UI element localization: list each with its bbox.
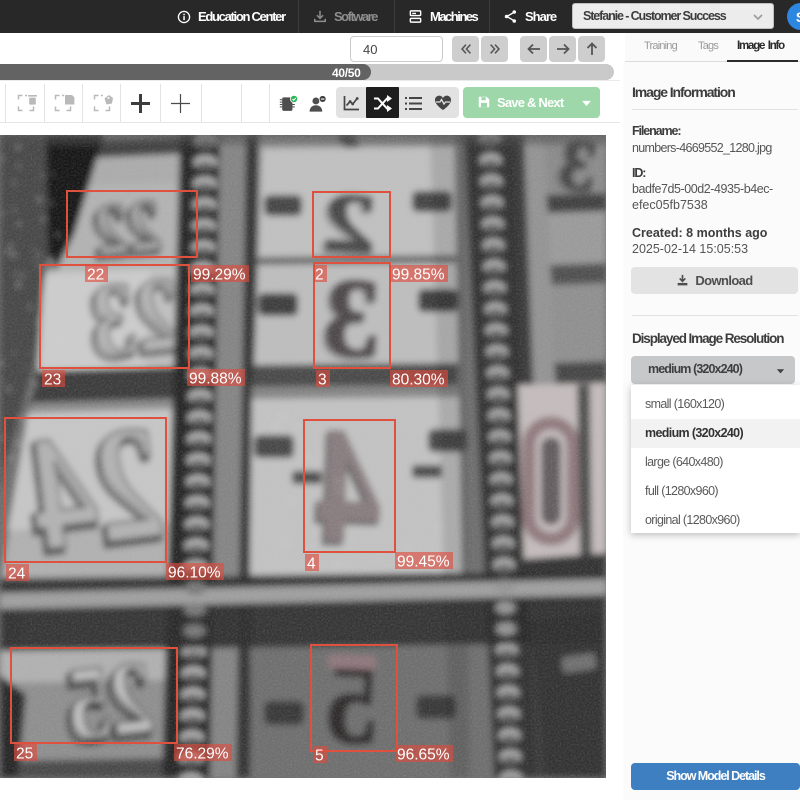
svg-text:96.65%: 96.65% (397, 747, 450, 764)
svg-text:99.88%: 99.88% (189, 371, 242, 388)
svg-text:99.45%: 99.45% (397, 554, 450, 571)
svg-text:96.10%: 96.10% (168, 565, 221, 582)
svg-text:99.29%: 99.29% (193, 267, 246, 284)
svg-text:3: 3 (318, 372, 327, 389)
svg-text:2: 2 (315, 267, 324, 284)
svg-text:24: 24 (8, 566, 26, 583)
svg-text:99.85%: 99.85% (392, 267, 445, 284)
svg-text:76.29%: 76.29% (176, 746, 229, 763)
svg-text:4: 4 (307, 556, 316, 573)
svg-text:5: 5 (315, 748, 324, 765)
svg-text:80.30%: 80.30% (392, 372, 445, 389)
svg-text:22: 22 (87, 267, 104, 284)
svg-text:25: 25 (16, 746, 33, 763)
svg-text:23: 23 (44, 372, 61, 389)
